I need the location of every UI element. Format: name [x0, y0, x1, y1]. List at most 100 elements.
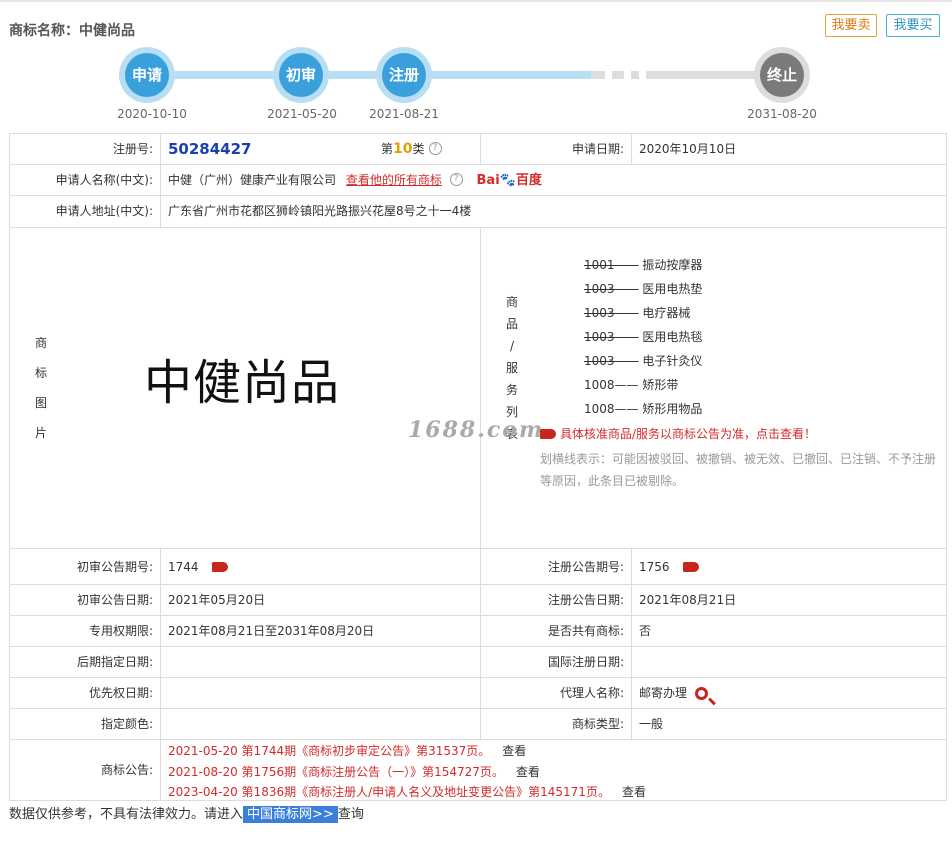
type-label: 商标类型:	[481, 709, 632, 740]
timeline-node-apply: 申请	[119, 47, 175, 103]
announcement-item: 2021-05-20 第1744期《商标初步审定公告》第31537页。 查看	[168, 742, 526, 759]
goods-separator: ——	[614, 306, 639, 320]
goods-code: 1008	[584, 402, 615, 416]
image-label-char: 标	[34, 366, 47, 380]
address-value: 广东省广州市花都区狮岭镇阳光路振兴花屋8号之十一4楼	[161, 196, 946, 228]
class-suffix: 类	[412, 142, 425, 156]
baidu-logo-text-cn: 百度	[515, 173, 542, 188]
megaphone-icon[interactable]	[212, 562, 229, 572]
reg-no-label: 注册号:	[10, 134, 161, 165]
goods-separator: ——	[614, 354, 639, 368]
trademark-office-link[interactable]: 中国商标网>>	[243, 806, 338, 823]
footer-text: 数据仅供参考，不具有法律效力。请进入	[9, 807, 244, 822]
later-date-value	[161, 647, 481, 678]
goods-services-cell: 商 品 / 服 务 列 表	[481, 228, 946, 549]
image-label-char: 图	[34, 396, 47, 410]
goods-item: 1008—— 矫形带	[584, 373, 678, 397]
prelim-no-label: 初审公告期号:	[10, 549, 161, 585]
timeline-dash	[612, 71, 624, 79]
footer-text-end: 查询	[337, 807, 364, 822]
color-label: 指定颜色:	[10, 709, 161, 740]
class-cell: 第10类?	[361, 134, 481, 165]
shared-value: 否	[632, 616, 946, 647]
top-divider	[0, 0, 952, 2]
image-label-char: 商	[34, 336, 47, 350]
help-icon[interactable]: ?	[428, 142, 442, 155]
goods-name: 电子针灸仪	[642, 354, 703, 368]
help-icon[interactable]: ?	[449, 173, 463, 186]
later-date-label: 后期指定日期:	[10, 647, 161, 678]
goods-item: 1008—— 矫形用物品	[584, 397, 702, 421]
reg-no-value: 50284427	[168, 140, 252, 158]
announcement-text: 2021-08-20 第1756期《商标注册公告（一）》第154727页。	[168, 765, 504, 779]
prelim-date-value: 2021年05月20日	[161, 585, 481, 616]
goods-separator: ——	[614, 282, 639, 296]
reg-ann-date-label: 注册公告日期:	[481, 585, 632, 616]
applicant-value: 中健（广州）健康产业有限公司	[168, 173, 337, 187]
search-icon[interactable]	[695, 687, 709, 700]
goods-name: 电疗器械	[642, 306, 691, 320]
goods-label-char: 服	[505, 361, 518, 375]
priority-label: 优先权日期:	[10, 678, 161, 709]
goods-notice-text: 具体核准商品/服务以商标公告为准，点击查看！	[560, 427, 817, 441]
type-value: 一般	[632, 709, 946, 740]
watermark: 1688.com	[408, 417, 545, 443]
baidu-logo-text: Bai	[476, 173, 500, 188]
address-label: 申请人地址(中文):	[10, 196, 161, 228]
page-title: 商标名称：中健尚品	[9, 23, 135, 39]
timeline-date-register: 2021-08-21	[369, 107, 439, 121]
goods-name: 医用电热垫	[642, 282, 703, 296]
goods-code: 1003	[584, 354, 615, 368]
apply-date-label: 申请日期:	[481, 134, 632, 165]
goods-code: 1003	[584, 282, 615, 296]
priority-value	[161, 678, 481, 709]
prelim-no-value: 1744	[168, 560, 199, 574]
sell-button[interactable]: 我要卖	[825, 14, 877, 37]
trademark-image-cell: 商 标 图 片 中健尚品	[10, 228, 481, 549]
goods-name: 矫形用物品	[642, 402, 703, 416]
view-announcement-link[interactable]: 查看	[502, 744, 526, 758]
goods-code: 1001	[584, 258, 615, 272]
trademark-image[interactable]: 中健尚品	[144, 343, 340, 413]
megaphone-icon[interactable]	[683, 562, 700, 572]
reg-ann-no-value: 1756	[639, 560, 670, 574]
exclusive-label: 专用权期限:	[10, 616, 161, 647]
goods-label-char: /	[509, 339, 515, 353]
timeline-node-expire: 终止	[754, 47, 810, 103]
goods-name: 矫形带	[642, 378, 679, 392]
prelim-date-label: 初审公告日期:	[10, 585, 161, 616]
goods-item: 1003—— 医用电热毯	[584, 325, 702, 349]
goods-code: 1003	[584, 306, 615, 320]
strike-note: 划横线表示：可能因被驳回、被撤销、被无效、已撤回、已注销、不予注册等原因，此条目…	[540, 452, 937, 488]
announcement-item: 2023-04-20 第1836期《商标注册人/申请人名义及地址变更公告》第14…	[168, 783, 646, 800]
megaphone-icon	[540, 429, 556, 439]
timeline-date-expire: 2031-08-20	[747, 107, 817, 121]
footer-disclaimer: 数据仅供参考，不具有法律效力。请进入 中国商标网>> 查询	[9, 803, 364, 823]
view-all-trademarks-link[interactable]: 查看他的所有商标	[346, 173, 442, 187]
goods-item: 1003—— 医用电热垫	[584, 277, 702, 301]
announcement-item: 2021-08-20 第1756期《商标注册公告（一）》第154727页。 查看	[168, 763, 540, 780]
goods-item: 1001—— 振动按摩器	[584, 253, 702, 277]
image-label-char: 片	[34, 426, 47, 440]
timeline-dash	[591, 71, 605, 79]
goods-notice-link[interactable]: 具体核准商品/服务以商标公告为准，点击查看！	[540, 425, 816, 442]
view-announcement-link[interactable]: 查看	[622, 785, 646, 799]
color-value	[161, 709, 481, 740]
timeline-dash	[631, 71, 639, 79]
baidu-search-icon[interactable]: Bai🐾百度	[477, 173, 542, 188]
view-announcement-link[interactable]: 查看	[516, 765, 540, 779]
reg-ann-date-value: 2021年08月21日	[632, 585, 946, 616]
goods-label-char: 务	[505, 383, 518, 397]
timeline-date-apply: 2020-10-10	[117, 107, 187, 121]
class-number[interactable]: 10	[393, 141, 412, 157]
intl-date-label: 国际注册日期:	[481, 647, 632, 678]
announcement-text: 2021-05-20 第1744期《商标初步审定公告》第31537页。	[168, 744, 491, 758]
timeline-node-prelim: 初审	[273, 47, 329, 103]
goods-separator: ——	[614, 402, 639, 416]
goods-code: 1003	[584, 330, 615, 344]
goods-separator: ——	[614, 378, 639, 392]
shared-label: 是否共有商标:	[481, 616, 632, 647]
reg-ann-no-cell: 1756	[632, 549, 946, 585]
agent-label: 代理人名称:	[481, 678, 632, 709]
buy-button[interactable]: 我要买	[886, 14, 940, 37]
